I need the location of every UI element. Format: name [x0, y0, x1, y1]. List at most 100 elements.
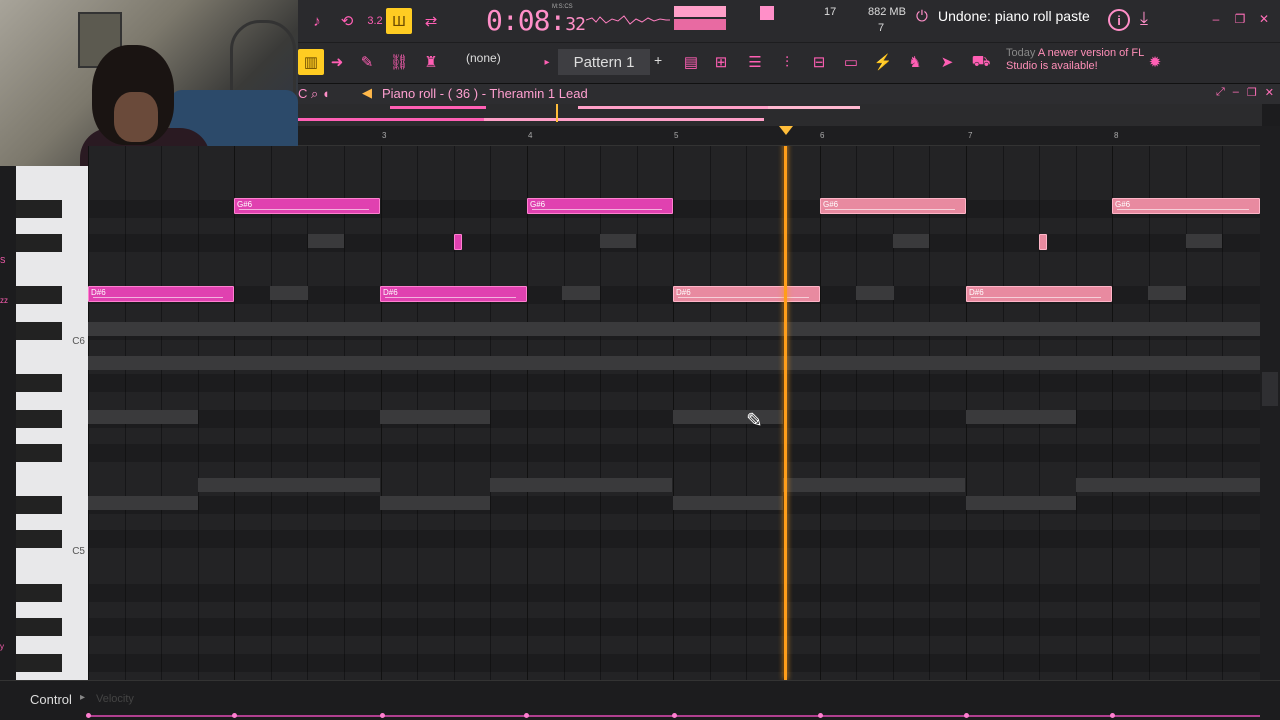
pencil-tool-icon[interactable]: ✎ [354, 49, 380, 75]
piano-roll-editor: S zz y C6 C5 G#6 G#6 G#6 G#6 D#6 D#6 D#6… [0, 146, 1260, 680]
note-g-sharp-6[interactable]: G#6 [234, 198, 380, 214]
pr-minimize-icon[interactable]: – [1233, 86, 1239, 99]
overview-playhead [556, 104, 558, 122]
vertical-scrollbar[interactable] [1260, 126, 1280, 680]
channel-rack-icon[interactable]: ☰ [742, 49, 768, 75]
bar-line [527, 146, 528, 680]
control-arrow-icon[interactable]: ▸ [80, 692, 85, 703]
link-icon[interactable]: ⛓ [386, 49, 412, 75]
speaker-icon[interactable]: ◀ [362, 85, 372, 101]
plugin-icon[interactable]: ⚡ [870, 49, 896, 75]
black-key[interactable] [16, 444, 62, 462]
scroll-thumb[interactable] [1262, 372, 1278, 406]
download-icon[interactable]: ⤓ [1140, 8, 1162, 30]
pattern-prev-icon[interactable]: ▸ [534, 49, 560, 75]
pr-maximize-icon[interactable]: ❐ [1247, 86, 1257, 99]
ghost-note [673, 410, 783, 424]
black-key[interactable] [16, 410, 62, 428]
project-info-icon[interactable]: ▭ [838, 49, 864, 75]
velocity-point[interactable] [672, 713, 677, 718]
note-d-sharp-6[interactable]: D#6 [966, 286, 1112, 302]
note-grid[interactable]: G#6 G#6 G#6 G#6 D#6 D#6 D#6 D#6 [88, 146, 1260, 680]
snap-selector[interactable]: (none) [466, 51, 501, 65]
blend-notes-icon[interactable]: ⇄ [418, 8, 444, 34]
black-key[interactable] [16, 374, 62, 392]
maximize-icon[interactable]: ❐ [1232, 12, 1248, 26]
minimize-icon[interactable]: – [1208, 12, 1224, 26]
note-d-sharp-6[interactable]: D#6 [380, 286, 527, 302]
black-key[interactable] [16, 322, 62, 340]
short-note[interactable] [454, 234, 462, 250]
black-key[interactable] [16, 584, 62, 602]
velocity-point[interactable] [1110, 713, 1115, 718]
piano-roll-window-controls: ⤢ – ❐ ✕ [1216, 86, 1274, 99]
velocity-point[interactable] [380, 713, 385, 718]
velocity-point[interactable] [524, 713, 529, 718]
side-label: y [0, 642, 4, 651]
black-key[interactable] [16, 530, 62, 548]
overview-scrollbar[interactable] [298, 104, 1262, 126]
pr-close-icon[interactable]: ✕ [1265, 86, 1274, 99]
event-editor: Control ▸ Velocity [0, 680, 1280, 720]
stamp-icon[interactable]: ♜ [418, 49, 444, 75]
beat-line [344, 146, 345, 680]
control-selector[interactable]: Control [30, 692, 72, 707]
metronome-icon[interactable]: ♪ [304, 8, 330, 34]
black-key[interactable] [16, 286, 62, 304]
ghost-note [600, 234, 636, 248]
news-badge-icon[interactable]: ✹ [1142, 49, 1168, 75]
loop-record-icon[interactable]: ⟲ [334, 8, 360, 34]
countdown-icon[interactable]: 3.2 [362, 8, 388, 34]
toolbar-row-1: ♪ ⟲ 3.2 Ш ⇄ 0:08:32 M:S:CS 17 882 MB 7 ⏻… [298, 0, 1280, 42]
bar-number: 3 [382, 131, 387, 140]
black-key[interactable] [16, 496, 62, 514]
playhead-marker[interactable] [779, 126, 793, 135]
piano-roll-menu-icon[interactable]: C ⌕ ◖ [298, 86, 330, 102]
note-g-sharp-6[interactable]: G#6 [1112, 198, 1260, 214]
browser-icon[interactable]: ⊟ [806, 49, 832, 75]
ghost-note [88, 496, 198, 510]
hint-bar: Undone: piano roll paste [938, 8, 1090, 24]
person-face [114, 92, 158, 142]
note-g-sharp-6[interactable]: G#6 [820, 198, 966, 214]
close-icon[interactable]: ✕ [1256, 12, 1272, 26]
mic-icon[interactable]: ➤ [934, 49, 960, 75]
piano-keyboard[interactable]: C6 C5 [16, 166, 88, 680]
online-icon[interactable]: ♞ [902, 49, 928, 75]
ghost-note [1076, 478, 1260, 492]
panic-icon[interactable]: ⏻ [916, 8, 936, 28]
pattern-selector[interactable]: Pattern 1 [558, 49, 650, 75]
black-key[interactable] [16, 618, 62, 636]
black-key[interactable] [16, 200, 62, 218]
piano-roll-icon[interactable]: ▥ [298, 49, 324, 75]
cpu-value: 17 [824, 6, 837, 18]
velocity-point[interactable] [86, 713, 91, 718]
velocity-point[interactable] [818, 713, 823, 718]
piano-roll-titlebar: C ⌕ ◖ ◀ Piano roll - ( 36 ) - Theramin 1… [298, 84, 1280, 104]
velocity-point[interactable] [964, 713, 969, 718]
detach-icon[interactable]: ⤢ [1216, 86, 1225, 99]
arrow-icon[interactable]: ➜ [324, 49, 350, 75]
black-key[interactable] [16, 654, 62, 672]
news-panel[interactable]: Today A newer version of FL Studio is av… [1006, 47, 1156, 73]
info-icon[interactable]: i [1108, 9, 1130, 31]
overview-marker [578, 106, 768, 109]
add-pattern-button[interactable]: + [654, 52, 662, 68]
ghost-note [966, 410, 1076, 424]
note-d-sharp-6[interactable]: D#6 [673, 286, 820, 302]
piano-roll-window-icon[interactable]: ⊞ [708, 49, 734, 75]
playlist-icon[interactable]: ▤ [678, 49, 704, 75]
note-d-sharp-6[interactable]: D#6 [88, 286, 234, 302]
ghost-note [380, 410, 490, 424]
black-key[interactable] [16, 234, 62, 252]
mixer-icon[interactable]: ⫶ [774, 49, 800, 75]
beat-line [929, 146, 930, 680]
black-key-lane [88, 530, 1260, 548]
cart-icon[interactable]: ⛟ [968, 49, 994, 75]
pencil-cursor-icon: ✎ [746, 410, 763, 432]
ghost-note [966, 496, 1076, 510]
step-edit-icon[interactable]: Ш [386, 8, 412, 34]
note-g-sharp-6[interactable]: G#6 [527, 198, 673, 214]
velocity-point[interactable] [232, 713, 237, 718]
short-note[interactable] [1039, 234, 1047, 250]
